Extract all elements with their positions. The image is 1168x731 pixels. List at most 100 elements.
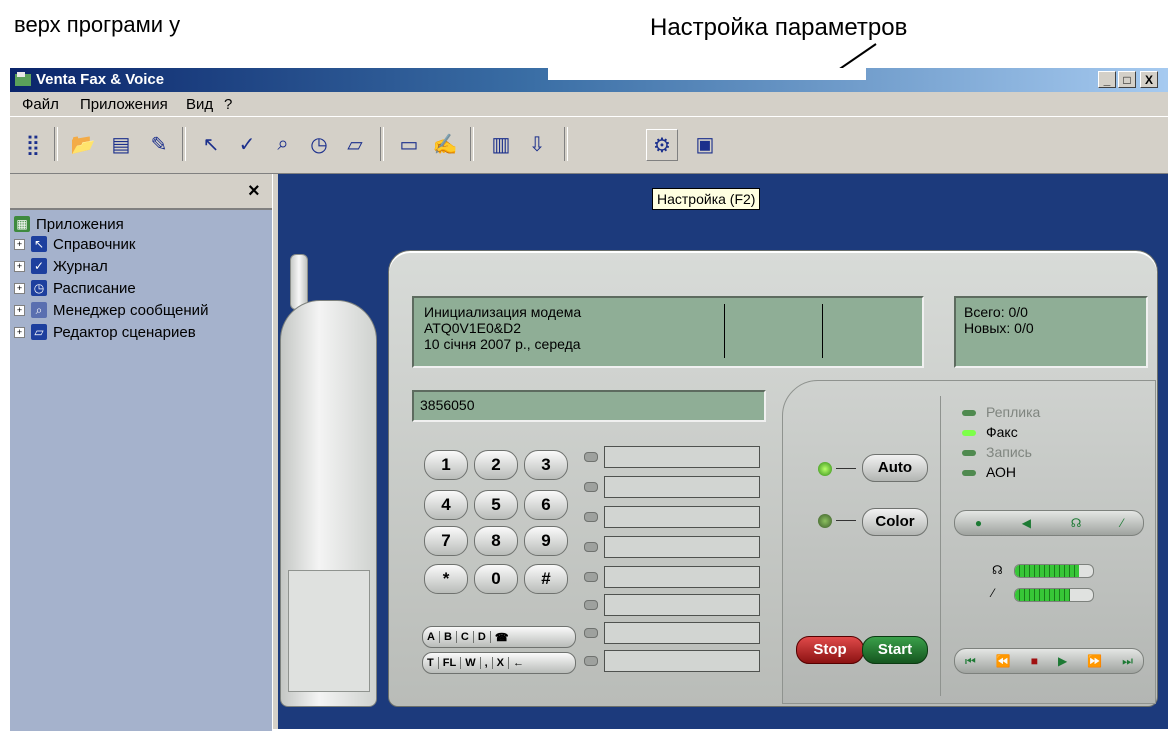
abc-key[interactable]: B bbox=[440, 631, 457, 643]
key-8[interactable]: 8 bbox=[474, 526, 518, 556]
memory-slot[interactable] bbox=[604, 506, 760, 528]
memory-slot[interactable] bbox=[604, 476, 760, 498]
clock-icon[interactable]: ◷ bbox=[304, 129, 334, 159]
abc-row-1[interactable]: A B C D ☎ bbox=[422, 626, 576, 648]
previous-icon[interactable]: ⏪ bbox=[996, 654, 1011, 668]
record-icon[interactable]: ● bbox=[975, 516, 982, 530]
play-icon[interactable]: ▶ bbox=[1058, 654, 1067, 668]
headphones-icon[interactable]: ☊ bbox=[1071, 516, 1082, 530]
abc-key[interactable]: FL bbox=[439, 657, 462, 669]
export-icon[interactable]: ⇩ bbox=[522, 129, 552, 159]
abc-key[interactable]: A bbox=[423, 631, 440, 643]
script-icon[interactable]: ▱ bbox=[340, 129, 370, 159]
volume-icon[interactable]: ◀ bbox=[1022, 516, 1031, 530]
skip-start-icon[interactable]: ⏮ bbox=[965, 654, 976, 669]
skip-end-icon[interactable]: ⏭ bbox=[1122, 654, 1133, 669]
start-button[interactable]: Start bbox=[862, 636, 928, 664]
clock-icon: ◷ bbox=[31, 280, 47, 296]
help-icon[interactable]: ▣ bbox=[690, 129, 720, 159]
tree-item-label: Редактор сценариев bbox=[53, 323, 196, 341]
menu-applications[interactable]: Приложения bbox=[80, 96, 168, 113]
inbox-icon[interactable]: ▤ bbox=[106, 129, 136, 159]
tree-item-label: Журнал bbox=[53, 257, 108, 275]
memory-slot[interactable] bbox=[604, 446, 760, 468]
expand-icon[interactable]: + bbox=[14, 282, 25, 294]
key-0[interactable]: 0 bbox=[474, 564, 518, 594]
abc-key[interactable]: X bbox=[493, 657, 509, 669]
maximize-button[interactable]: □ bbox=[1118, 71, 1136, 88]
stop-button[interactable]: Stop bbox=[796, 636, 864, 664]
menu-bar: Файл Приложения Вид ? bbox=[10, 92, 1168, 116]
tree-item-directory[interactable]: + ↖ Справочник bbox=[14, 234, 136, 254]
key-hash[interactable]: # bbox=[524, 564, 568, 594]
search-icon[interactable]: ⌕ bbox=[268, 129, 298, 159]
tree-view-icon[interactable]: ⣿ bbox=[18, 129, 48, 159]
phone-icon[interactable]: ↖ bbox=[196, 129, 226, 159]
key-1[interactable]: 1 bbox=[424, 450, 468, 480]
expand-icon[interactable]: + bbox=[14, 326, 25, 338]
abc-key[interactable]: T bbox=[423, 657, 439, 669]
expand-icon[interactable]: + bbox=[14, 238, 25, 250]
mic-level bbox=[1015, 589, 1070, 601]
open-folder-icon[interactable]: 📂 bbox=[68, 129, 98, 159]
number-display[interactable]: 3856050 bbox=[412, 390, 766, 422]
tree-item-message-manager[interactable]: + ⌕ Менеджер сообщений bbox=[14, 300, 208, 320]
abc-key[interactable]: C bbox=[457, 631, 474, 643]
edit-icon[interactable]: ✍ bbox=[430, 129, 460, 159]
key-2[interactable]: 2 bbox=[474, 450, 518, 480]
settings-icon[interactable]: ⚙ bbox=[646, 129, 678, 161]
close-button[interactable]: X bbox=[1140, 71, 1158, 88]
tree-item-script-editor[interactable]: + ▱ Редактор сценариев bbox=[14, 322, 196, 342]
key-star[interactable]: * bbox=[424, 564, 468, 594]
mic-icon[interactable]: ⁄ bbox=[1121, 516, 1123, 530]
tree-item-schedule[interactable]: + ◷ Расписание bbox=[14, 278, 136, 298]
menu-help[interactable]: ? bbox=[224, 96, 232, 113]
menu-view[interactable]: Вид bbox=[186, 96, 213, 113]
auto-button[interactable]: Auto bbox=[862, 454, 928, 482]
abc-row-2[interactable]: T FL W , X ← bbox=[422, 652, 576, 674]
tree-item-label: Расписание bbox=[53, 279, 136, 297]
memory-slot[interactable] bbox=[604, 594, 760, 616]
stop-icon[interactable]: ■ bbox=[1031, 654, 1038, 668]
key-4[interactable]: 4 bbox=[424, 490, 468, 520]
status-fax: Факс bbox=[986, 424, 1018, 440]
memory-slot[interactable] bbox=[604, 622, 760, 644]
phone-icon[interactable]: ☎ bbox=[491, 631, 513, 644]
lcd-display: Инициализация модема ATQ0V1E0&D2 10 січн… bbox=[412, 296, 924, 368]
key-7[interactable]: 7 bbox=[424, 526, 468, 556]
menu-file[interactable]: Файл bbox=[22, 96, 59, 113]
expand-icon[interactable]: + bbox=[14, 304, 25, 316]
key-5[interactable]: 5 bbox=[474, 490, 518, 520]
key-9[interactable]: 9 bbox=[524, 526, 568, 556]
card-icon[interactable]: ▭ bbox=[394, 129, 424, 159]
memory-slot[interactable] bbox=[604, 650, 760, 672]
dialed-number: 3856050 bbox=[420, 397, 475, 413]
expand-icon[interactable]: + bbox=[14, 260, 25, 272]
mic-volume-meter[interactable] bbox=[1014, 588, 1094, 602]
playback-controls[interactable]: ⏮ ⏪ ■ ▶ ⏩ ⏭ bbox=[954, 648, 1144, 674]
abc-key[interactable]: W bbox=[461, 657, 481, 669]
pane-close-icon[interactable]: × bbox=[248, 180, 260, 203]
new-count: Новых: 0/0 bbox=[964, 320, 1034, 336]
backspace-icon[interactable]: ← bbox=[509, 657, 528, 669]
report-icon[interactable]: ▥ bbox=[486, 129, 516, 159]
window-title: Venta Fax & Voice bbox=[36, 71, 165, 88]
abc-key[interactable]: , bbox=[481, 657, 493, 669]
next-icon[interactable]: ⏩ bbox=[1087, 654, 1102, 668]
send-icon[interactable]: ✎ bbox=[144, 129, 174, 159]
check-icon[interactable]: ✓ bbox=[232, 129, 262, 159]
mode-controls[interactable]: ● ◀ ☊ ⁄ bbox=[954, 510, 1144, 536]
title-bar[interactable]: Venta Fax & Voice _ □ X bbox=[10, 68, 1168, 92]
color-button[interactable]: Color bbox=[862, 508, 928, 536]
key-3[interactable]: 3 bbox=[524, 450, 568, 480]
lcd-line: 10 січня 2007 р., середа bbox=[424, 336, 581, 352]
memory-slot[interactable] bbox=[604, 536, 760, 558]
abc-key[interactable]: D bbox=[474, 631, 491, 643]
memory-slot[interactable] bbox=[604, 566, 760, 588]
key-6[interactable]: 6 bbox=[524, 490, 568, 520]
headphone-volume-meter[interactable] bbox=[1014, 564, 1094, 578]
lcd-line: Инициализация модема bbox=[424, 304, 582, 320]
tree-root[interactable]: ▦ Приложения bbox=[14, 214, 124, 234]
minimize-button[interactable]: _ bbox=[1098, 71, 1116, 88]
tree-item-log[interactable]: + ✓ Журнал bbox=[14, 256, 108, 276]
